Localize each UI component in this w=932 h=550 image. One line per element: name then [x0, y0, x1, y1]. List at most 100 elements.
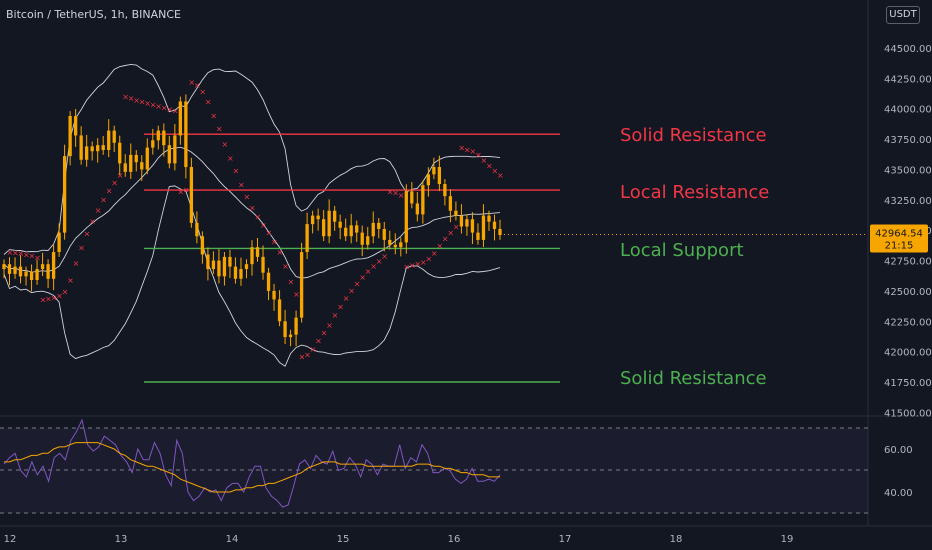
candle-body	[178, 101, 183, 136]
time-axis: 12 13 14 15 16 17 18 19	[4, 534, 794, 545]
y-tick-label: 41750.00	[884, 378, 932, 389]
candle-body	[13, 266, 17, 274]
candle-body	[24, 271, 28, 277]
candle-body	[57, 232, 61, 253]
candle-body	[404, 191, 408, 243]
candle-body	[310, 215, 315, 225]
candle-body	[487, 215, 491, 222]
candle-body	[355, 225, 359, 233]
candle-body	[261, 256, 265, 273]
sar-point: ×	[73, 259, 80, 268]
candle-body	[206, 254, 210, 270]
annotation-label: Solid Resistance	[620, 125, 767, 146]
candle-body	[156, 130, 160, 141]
sar-point: ×	[95, 206, 102, 215]
candle-body	[432, 167, 436, 175]
candle-body	[79, 135, 83, 160]
candlestick-series	[2, 94, 502, 347]
x-tick-label: 13	[115, 534, 128, 545]
candle-body	[239, 269, 243, 279]
candle-body	[118, 142, 122, 164]
y-tick-label: 43750.00	[884, 135, 932, 146]
candle-body	[18, 266, 23, 277]
candle-body	[333, 210, 337, 222]
candle-body	[426, 174, 431, 186]
candle-body	[35, 269, 39, 280]
rsi-panel: 60.00 40.00	[0, 418, 913, 514]
bb-upper-line	[3, 63, 501, 255]
sar-point: ×	[199, 87, 206, 96]
candle-body	[151, 140, 155, 148]
candle-body	[255, 247, 260, 257]
y-tick-label: 42500.00	[884, 287, 932, 298]
sar-point: ×	[277, 248, 284, 257]
candle-body	[250, 247, 254, 265]
sar-point: ×	[497, 171, 504, 180]
x-tick-label: 14	[226, 534, 239, 545]
sar-point: ×	[106, 187, 113, 196]
sar-point: ×	[249, 203, 256, 212]
candle-body	[195, 222, 199, 237]
candle-body	[140, 162, 144, 170]
candle-body	[349, 225, 353, 237]
candle-body	[73, 116, 78, 136]
candle-body	[189, 167, 194, 223]
x-tick-label: 17	[559, 534, 572, 545]
candle-body	[344, 227, 348, 237]
x-tick-label: 18	[670, 534, 683, 545]
sar-point: ×	[210, 112, 217, 121]
candle-body	[107, 130, 111, 151]
candle-body	[266, 272, 271, 291]
sar-point: ×	[326, 321, 333, 330]
candle-body	[184, 101, 188, 168]
candle-body	[277, 299, 282, 322]
candle-body	[228, 256, 232, 267]
candle-body	[85, 146, 89, 160]
candle-body	[377, 222, 381, 229]
sar-point: ×	[266, 228, 273, 237]
annotations: Solid Resistance Local Resistance Local Su…	[620, 125, 769, 389]
candle-body	[244, 264, 249, 270]
x-tick-label: 12	[4, 534, 17, 545]
sar-point: ×	[310, 345, 317, 354]
candle-body	[68, 116, 72, 157]
sar-point: ×	[78, 243, 85, 252]
parabolic-sar: ××××××××××××××××××××××××××××××××××××××××…	[7, 78, 504, 361]
candle-body	[7, 264, 12, 274]
y-tick-label: 42750.00	[884, 257, 932, 268]
candle-body	[448, 196, 453, 211]
x-tick-label: 15	[337, 534, 350, 545]
candle-body	[437, 167, 442, 185]
bollinger-bands	[3, 63, 501, 367]
candle-body	[459, 215, 464, 227]
candle-body	[321, 219, 326, 237]
sar-point: ×	[243, 193, 250, 202]
rsi-y-tick-label: 60.00	[884, 445, 913, 456]
candle-body	[393, 244, 397, 248]
price-chart[interactable]: ××××××××××××××××××××××××××××××××××××××××…	[0, 0, 932, 550]
candle-body	[29, 271, 34, 280]
candle-body	[288, 334, 293, 338]
candle-body	[316, 215, 320, 220]
candle-body	[123, 163, 127, 172]
candle-body	[96, 145, 100, 152]
sar-point: ×	[62, 287, 69, 296]
candle-body	[492, 221, 497, 229]
sar-point: ×	[216, 124, 223, 133]
candle-body	[305, 224, 309, 253]
candle-body	[454, 210, 458, 216]
rsi-y-tick-label: 40.00	[884, 488, 913, 499]
sar-point: ×	[293, 290, 300, 299]
y-tick-label: 42250.00	[884, 317, 932, 328]
candle-body	[129, 154, 133, 172]
annotation-label: Local Resistance	[620, 182, 769, 203]
candle-body	[481, 215, 486, 240]
candle-body	[283, 321, 287, 338]
y-tick-label: 44250.00	[884, 74, 932, 85]
candle-body	[162, 130, 166, 146]
sar-point: ×	[271, 238, 278, 247]
y-tick-label: 44000.00	[884, 105, 932, 116]
candle-body	[465, 219, 469, 227]
sar-point: ×	[89, 217, 96, 226]
currency-badge[interactable]: USDT	[886, 6, 920, 24]
